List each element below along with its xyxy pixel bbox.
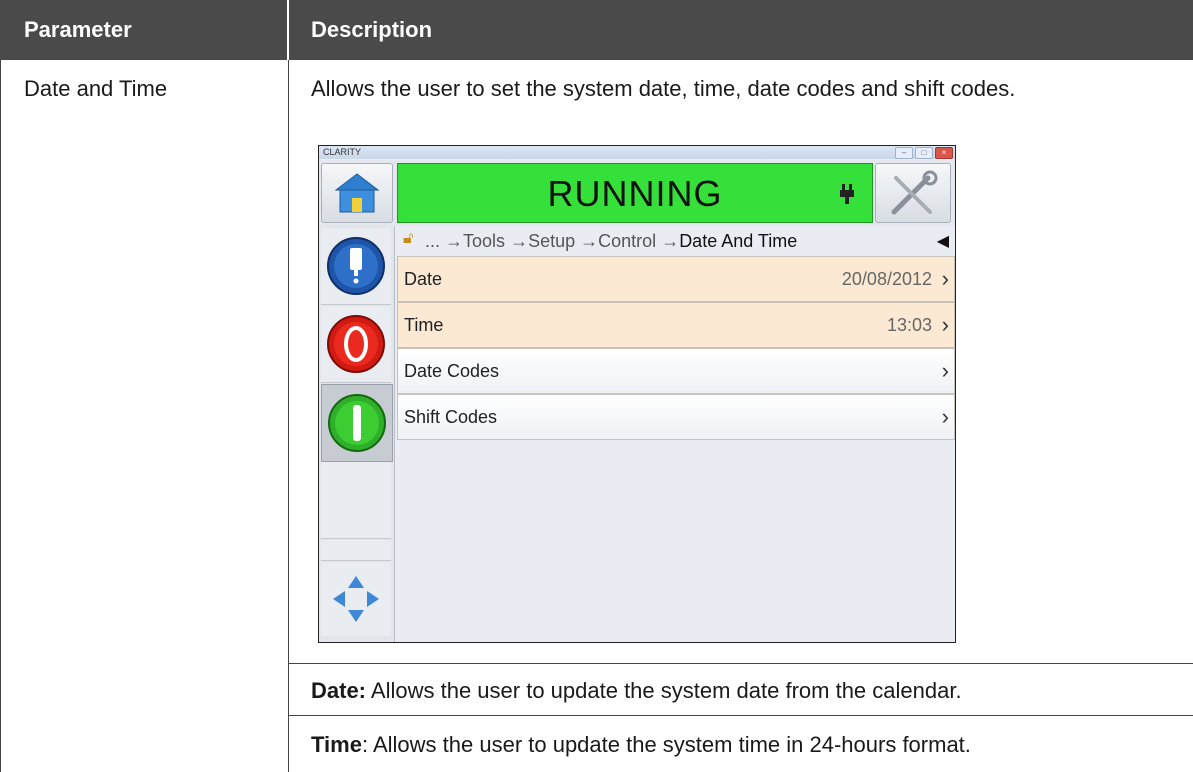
start-icon — [328, 394, 386, 452]
menu-row-time[interactable]: Time 13:03 › — [397, 302, 955, 348]
chevron-right-icon: › — [941, 266, 949, 291]
stop-button[interactable] — [321, 306, 391, 383]
lock-icon[interactable]: 🔓︎ — [403, 230, 413, 248]
breadcrumb-ellipsis[interactable]: ... — [425, 231, 440, 251]
start-button[interactable] — [321, 384, 393, 462]
breadcrumb-control[interactable]: Control — [598, 231, 656, 251]
date-note: Date: Allows the user to update the syst… — [311, 678, 962, 704]
navigate-arrows-icon — [333, 576, 379, 622]
parameter-name: Date and Time — [24, 76, 168, 101]
chevron-right-icon: › — [941, 404, 949, 429]
row-value: 13:03 — [886, 315, 932, 335]
row-label: Date Codes — [404, 361, 500, 381]
row-label: Shift Codes — [404, 407, 498, 427]
printhead-button[interactable] — [321, 228, 391, 305]
chevron-right-icon: › — [941, 312, 949, 337]
table-header: Parameter Description — [0, 0, 1193, 60]
row-label: Time — [404, 315, 444, 335]
breadcrumb: 🔓︎ ... →Tools →Setup →Control →Date And … — [403, 230, 949, 251]
breadcrumb-setup[interactable]: Setup — [528, 231, 575, 251]
header-description: Description — [311, 17, 433, 42]
printhead-icon — [327, 237, 385, 295]
navigate-button[interactable] — [321, 562, 391, 636]
row-value: 20/08/2012 — [841, 269, 932, 289]
row-divider-1 — [288, 663, 1193, 664]
side-empty-slot-1 — [321, 462, 391, 539]
close-icon[interactable]: × — [935, 147, 953, 159]
menu-row-shift-codes[interactable]: Shift Codes › — [397, 394, 955, 440]
date-note-term: Date: — [311, 678, 367, 703]
time-note-text: : Allows the user to update the system t… — [361, 732, 971, 757]
window-titlebar: CLARITY – □ × — [319, 146, 955, 159]
tools-icon — [891, 170, 938, 215]
home-icon — [334, 173, 380, 213]
parameter-description: Allows the user to set the system date, … — [311, 76, 1016, 101]
time-note-term: Time — [311, 732, 362, 757]
time-note: Time: Allows the user to update the syst… — [311, 732, 971, 758]
table-column-divider — [288, 60, 289, 772]
maximize-icon[interactable]: □ — [915, 147, 933, 159]
table-border-left — [0, 60, 1, 772]
status-text: RUNNING — [547, 173, 723, 214]
plug-icon — [840, 184, 854, 204]
side-panel — [319, 226, 395, 642]
stop-icon — [327, 315, 385, 373]
home-button[interactable] — [321, 163, 393, 223]
minimize-icon[interactable]: – — [895, 147, 913, 159]
back-arrow-icon[interactable]: ◀ — [937, 231, 949, 251]
row-divider-2 — [288, 715, 1193, 716]
date-note-text: Allows the user to update the system dat… — [366, 678, 962, 703]
chevron-right-icon: › — [941, 358, 949, 383]
menu-row-date-codes[interactable]: Date Codes › — [397, 348, 955, 394]
breadcrumb-current: Date And Time — [679, 231, 798, 251]
tools-button[interactable] — [875, 163, 951, 223]
row-label: Date — [404, 269, 443, 289]
device-screenshot: CLARITY – □ × RUNNING 🔓︎ ... →Tools →Set… — [318, 145, 956, 643]
app-title: CLARITY — [323, 147, 362, 157]
side-empty-slot-2 — [321, 540, 391, 561]
header-divider — [287, 0, 289, 60]
header-parameter: Parameter — [24, 17, 132, 42]
status-bar: RUNNING — [397, 163, 873, 223]
breadcrumb-tools[interactable]: Tools — [463, 231, 505, 251]
menu-row-date[interactable]: Date 20/08/2012 › — [397, 256, 955, 302]
